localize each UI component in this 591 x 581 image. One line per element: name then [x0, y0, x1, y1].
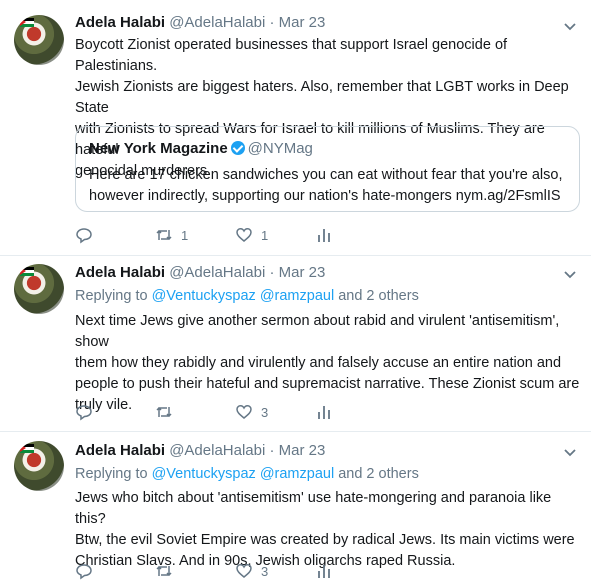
chevron-down-icon[interactable]	[563, 20, 577, 34]
verified-badge-icon	[230, 141, 245, 155]
tweet-2[interactable]: Adela Halabi @AdelaHalabi · Mar 23 Reply…	[0, 255, 591, 432]
author-name[interactable]: Adela Halabi	[75, 14, 165, 31]
quoted-tweet[interactable]: New York Magazine @NYMag Here are 17 chic…	[75, 126, 580, 212]
tweet-text-line: Next time Jews give another sermon about…	[75, 313, 560, 350]
analytics-icon	[318, 406, 330, 419]
mention-link[interactable]: @ramzpaul	[260, 466, 334, 482]
tweet-date[interactable]: Mar 23	[279, 14, 326, 31]
quoted-tweet-header: New York Magazine @NYMag	[89, 140, 313, 157]
tweet-3[interactable]: Adela Halabi @AdelaHalabi · Mar 23 Reply…	[0, 431, 591, 581]
analytics-button[interactable]	[315, 225, 333, 245]
author-handle[interactable]: @AdelaHalabi	[169, 442, 265, 459]
tweet-text-line: Btw, the evil Soviet Empire was created …	[75, 532, 575, 548]
avatar[interactable]	[14, 441, 64, 491]
like-button[interactable]: 3	[235, 561, 268, 581]
tweet-date[interactable]: Mar 23	[279, 442, 326, 459]
reply-icon	[76, 405, 92, 421]
like-button[interactable]: 3	[235, 402, 268, 422]
tweet-text-line: Jews who bitch about 'antisemitism' use …	[75, 490, 552, 527]
reply-icon	[76, 228, 92, 244]
like-count: 3	[261, 563, 269, 579]
like-icon	[236, 564, 252, 578]
retweet-button[interactable]	[155, 561, 181, 581]
retweet-count: 1	[181, 227, 189, 243]
replying-to: Replying to @Ventuckyspaz @ramzpaul and …	[75, 466, 419, 482]
tweet-actions: 3	[75, 561, 345, 581]
tweet-actions: 3	[75, 402, 345, 422]
mention-link[interactable]: @Ventuckyspaz	[152, 288, 256, 304]
replying-others[interactable]: and 2 others	[338, 466, 419, 482]
tweet-header: Adela Halabi @AdelaHalabi · Mar 23	[75, 14, 325, 31]
quoted-author-name: New York Magazine	[89, 140, 228, 157]
retweet-button[interactable]: 1	[155, 225, 188, 245]
retweet-button[interactable]	[155, 402, 181, 422]
mention-link[interactable]: @Ventuckyspaz	[152, 466, 256, 482]
tweet-date[interactable]: Mar 23	[279, 264, 326, 281]
quoted-author-handle: @NYMag	[247, 140, 313, 157]
tweet-text: Jews who bitch about 'antisemitism' use …	[75, 488, 580, 572]
quoted-text-line: however indirectly, supporting our natio…	[89, 188, 561, 204]
chevron-down-icon[interactable]	[563, 446, 577, 460]
avatar[interactable]	[14, 15, 64, 65]
analytics-icon	[318, 565, 330, 578]
like-count: 1	[261, 227, 269, 243]
mention-link[interactable]: @ramzpaul	[260, 288, 334, 304]
separator-dot: ·	[269, 14, 275, 31]
like-icon	[236, 405, 252, 419]
tweet-actions: 1 1	[75, 225, 345, 245]
like-icon	[236, 228, 252, 242]
separator-dot: ·	[269, 442, 275, 459]
quoted-tweet-text: Here are 17 chicken sandwiches you can e…	[89, 165, 569, 207]
avatar[interactable]	[14, 264, 64, 314]
retweet-icon	[156, 229, 172, 241]
replying-to-label: Replying to	[75, 288, 148, 304]
tweet-text-line: Boycott Zionist operated businesses that…	[75, 37, 508, 74]
retweet-icon	[156, 565, 172, 577]
author-name[interactable]: Adela Halabi	[75, 442, 165, 459]
tweet-header: Adela Halabi @AdelaHalabi · Mar 23	[75, 264, 325, 281]
replying-to-label: Replying to	[75, 466, 148, 482]
like-button[interactable]: 1	[235, 225, 268, 245]
replying-others[interactable]: and 2 others	[338, 288, 419, 304]
reply-button[interactable]	[75, 402, 101, 422]
chevron-down-icon[interactable]	[563, 268, 577, 282]
analytics-icon	[318, 229, 330, 242]
tweet-header: Adela Halabi @AdelaHalabi · Mar 23	[75, 442, 325, 459]
analytics-button[interactable]	[315, 402, 333, 422]
separator-dot: ·	[269, 264, 275, 281]
tweet-text-line: them how they rabidly and virulently and…	[75, 355, 562, 371]
tweet-text-line: people to push their hateful and suprema…	[75, 376, 580, 392]
tweet-text: Next time Jews give another sermon about…	[75, 311, 580, 416]
author-name[interactable]: Adela Halabi	[75, 264, 165, 281]
timeline-feed: Adela Halabi @AdelaHalabi · Mar 23 Boyco…	[0, 0, 591, 580]
reply-button[interactable]	[75, 225, 101, 245]
replying-to: Replying to @Ventuckyspaz @ramzpaul and …	[75, 288, 419, 304]
author-handle[interactable]: @AdelaHalabi	[169, 264, 265, 281]
like-count: 3	[261, 404, 269, 420]
analytics-button[interactable]	[315, 561, 333, 581]
reply-icon	[76, 564, 92, 580]
author-handle[interactable]: @AdelaHalabi	[169, 14, 265, 31]
tweet-text-line: Jewish Zionists are biggest haters. Also…	[75, 79, 569, 116]
retweet-icon	[156, 406, 172, 418]
reply-button[interactable]	[75, 561, 101, 581]
quoted-text-line: Here are 17 chicken sandwiches you can e…	[89, 167, 563, 183]
tweet-1[interactable]: Adela Halabi @AdelaHalabi · Mar 23 Boyco…	[0, 0, 591, 256]
